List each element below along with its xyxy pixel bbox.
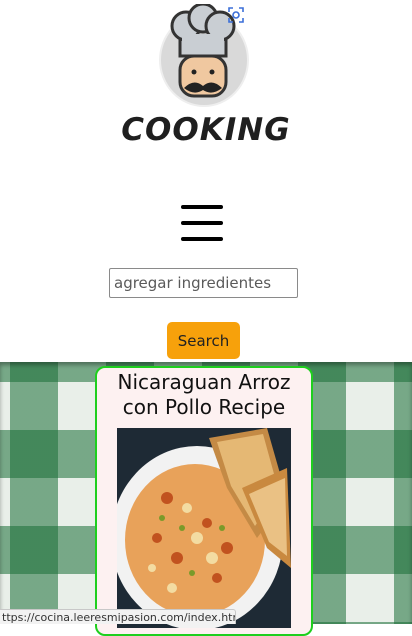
search-button[interactable]: Search bbox=[167, 322, 240, 359]
recipe-card[interactable]: Nicaraguan Arroz con Pollo Recipe bbox=[95, 366, 313, 636]
lens-icon[interactable] bbox=[227, 6, 245, 24]
logo-title: COOKING bbox=[121, 112, 291, 148]
ingredients-search-input[interactable] bbox=[109, 268, 298, 298]
status-bar-url: ttps://cocina.leeresmipasion.com/index.h… bbox=[0, 609, 236, 624]
menu-bar-bottom bbox=[181, 237, 223, 241]
menu-bar-top bbox=[181, 205, 223, 209]
recipe-image[interactable] bbox=[117, 428, 291, 628]
recipe-title[interactable]: Nicaraguan Arroz con Pollo Recipe bbox=[97, 370, 311, 420]
site-header: COOKING Search bbox=[0, 0, 412, 362]
menu-bar-middle bbox=[181, 221, 223, 225]
hamburger-menu-icon[interactable] bbox=[181, 205, 223, 243]
